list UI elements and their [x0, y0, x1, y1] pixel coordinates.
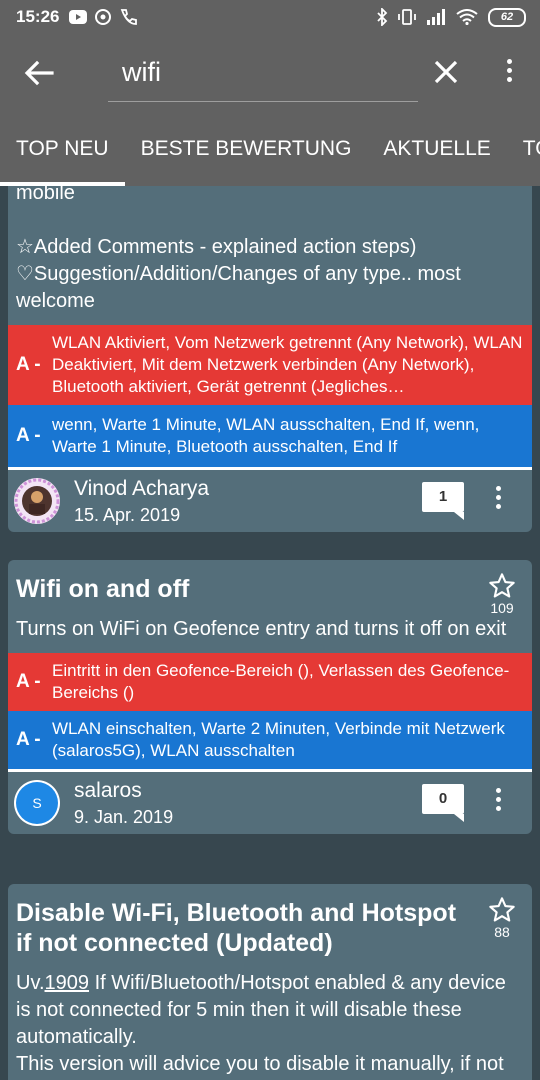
action-row: A - wenn, Warte 1 Minute, WLAN ausschalt…	[8, 405, 532, 467]
rating[interactable]: 109	[484, 572, 520, 616]
tab-beste-bewertung[interactable]: BESTE BEWERTUNG	[125, 130, 368, 186]
notification-icons	[69, 8, 138, 26]
trigger-label: A -	[16, 671, 41, 692]
action-row: A - WLAN einschalten, Warte 2 Minuten, V…	[8, 711, 532, 769]
vibrate-icon	[398, 9, 416, 25]
action-label: A -	[16, 425, 41, 446]
signal-icon	[427, 9, 445, 25]
rule-card[interactable]: Disable Wi-Fi, Bluetooth and Hotspot if …	[8, 884, 532, 1080]
rules-list: mobile ☆Added Comments - explained actio…	[0, 186, 540, 1080]
trigger-text: Eintritt in den Geofence-Bereich (), Ver…	[52, 661, 510, 702]
action-text: WLAN einschalten, Warte 2 Minuten, Verbi…	[52, 719, 505, 760]
call-icon	[121, 9, 138, 25]
rule-date: 15. Apr. 2019	[74, 505, 181, 525]
overflow-menu-icon[interactable]	[498, 56, 520, 88]
status-time: 15:26	[16, 7, 60, 26]
trigger-row: A - WLAN Aktiviert, Vom Netzwerk getrenn…	[8, 325, 532, 405]
trigger-row: A - Eintritt in den Geofence-Bereich (),…	[8, 653, 532, 711]
app-bar: wifi TOP NEU BESTE BEWERTUNG AKTUELLE TO	[0, 34, 540, 186]
star-count: 88	[494, 924, 510, 940]
rule-description: Turns on WiFi on Geofence entry and turn…	[16, 618, 507, 640]
rule-title: Wifi on and off	[16, 575, 190, 603]
tab-aktuelle[interactable]: AKTUELLE	[367, 130, 506, 186]
author-name[interactable]: Vinod Acharya	[74, 477, 209, 501]
rule-title: Disable Wi-Fi, Bluetooth and Hotspot if …	[16, 899, 457, 957]
system-icons: 62	[376, 0, 526, 34]
rule-description: mobile ☆Added Comments - explained actio…	[16, 186, 461, 312]
star-icon[interactable]	[488, 896, 516, 924]
back-arrow-icon[interactable]	[22, 56, 56, 90]
rating[interactable]: 88	[484, 896, 520, 940]
close-icon[interactable]	[430, 56, 462, 88]
avatar[interactable]	[14, 478, 60, 524]
youtube-icon	[69, 10, 88, 24]
star-icon[interactable]	[488, 572, 516, 600]
battery-indicator: 62	[488, 7, 526, 27]
comment-count-badge[interactable]: 1	[422, 482, 464, 520]
trigger-label: A -	[16, 354, 41, 375]
rule-card[interactable]: Wifi on and off 109 Turns on WiFi on Geo…	[8, 560, 532, 834]
avatar[interactable]: S	[14, 780, 60, 826]
tab-top-neu[interactable]: TOP NEU	[0, 130, 125, 186]
bluetooth-icon	[377, 8, 388, 26]
rule-date: 9. Jan. 2019	[74, 807, 174, 827]
card-overflow-menu-icon[interactable]	[492, 486, 504, 516]
tab-bar: TOP NEU BESTE BEWERTUNG AKTUELLE TO	[0, 130, 540, 186]
star-count: 109	[490, 600, 514, 616]
avatar-letter: S	[16, 782, 58, 824]
tab-to[interactable]: TO	[507, 130, 540, 186]
version-link[interactable]: 1909	[45, 972, 90, 994]
rule-description: Uv.1909 If Wifi/Bluetooth/Hotspot enable…	[16, 972, 506, 1075]
chrome-icon	[95, 9, 112, 25]
action-label: A -	[16, 729, 41, 750]
card-overflow-menu-icon[interactable]	[492, 788, 504, 818]
card-footer: S salaros 9. Jan. 2019 0	[8, 772, 532, 834]
search-input[interactable]: wifi	[108, 50, 418, 102]
author-name[interactable]: salaros	[74, 779, 142, 803]
action-text: wenn, Warte 1 Minute, WLAN ausschalten, …	[52, 415, 480, 456]
comment-count-badge[interactable]: 0	[422, 784, 464, 822]
card-footer: Vinod Acharya 15. Apr. 2019 1	[8, 470, 532, 532]
wifi-icon	[456, 9, 478, 25]
trigger-text: WLAN Aktiviert, Vom Netzwerk getrennt (A…	[52, 333, 523, 396]
status-bar: 15:26 62	[0, 0, 540, 34]
rule-card[interactable]: mobile ☆Added Comments - explained actio…	[8, 186, 532, 532]
